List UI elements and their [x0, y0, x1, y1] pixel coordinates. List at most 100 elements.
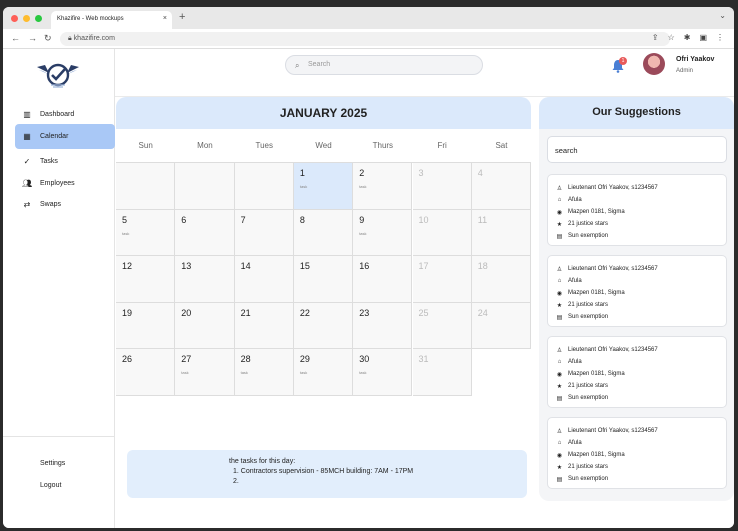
calendar-day-cell[interactable]: 13	[175, 256, 235, 303]
share-icon[interactable]: ⇪	[652, 33, 659, 42]
calendar-day-cell[interactable]: 2 task	[353, 163, 413, 210]
more-menu-icon[interactable]: ⋮	[716, 33, 724, 42]
weekday-label: Fri	[437, 141, 447, 150]
tab-title: Khazifire - Web mockups	[57, 16, 124, 22]
calendar-day-cell[interactable]: 18	[471, 256, 532, 303]
settings-link[interactable]: Settings	[40, 460, 65, 467]
notification-badge: 1	[619, 57, 627, 65]
home-icon: ⌂	[557, 440, 562, 446]
search-placeholder: Search	[308, 61, 331, 68]
suggestion-name: Lieutenant Ofri Yaakov, s1234567	[568, 266, 658, 272]
weekday-label: Tues	[255, 141, 273, 150]
calendar-day-cell[interactable]: 10	[412, 209, 472, 257]
calendar-day-cell[interactable]: 9 task	[353, 209, 413, 257]
weekday-label: Sun	[138, 141, 153, 150]
calendar-day-cell[interactable]: 15	[293, 256, 354, 303]
calendar-day-number: 16	[359, 261, 370, 272]
calendar-day-cell[interactable]: 4	[471, 163, 532, 210]
calendar-day-cell[interactable]: 22	[293, 302, 354, 350]
reload-icon[interactable]: ↻	[44, 33, 52, 44]
back-arrow-icon[interactable]: ←	[11, 33, 20, 43]
calendar-day-number: 21	[240, 307, 251, 318]
calendar-day-cell[interactable]: 19	[116, 302, 176, 350]
weekday-label: Sat	[495, 141, 508, 150]
calendar-day-number: 11	[477, 214, 488, 225]
calendar-day-cell[interactable]: 21	[234, 302, 294, 350]
forward-arrow-icon[interactable]: →	[28, 33, 37, 43]
calendar-day-number: 24	[477, 307, 488, 318]
suggestion-name-row: ♙ Lieutenant Ofri Yaakov, s1234567	[555, 263, 719, 275]
suggestion-card[interactable]: ♙ Lieutenant Ofri Yaakov, s1234567 ⌂ Afula ◉…	[547, 417, 727, 489]
calendar-day-cell[interactable]: 7	[234, 209, 294, 257]
calendar-day-cell[interactable]: 23	[353, 302, 413, 350]
suggestion-unit: Mazpen 0181, Sigma	[568, 371, 625, 377]
new-tab-button[interactable]: +	[179, 11, 185, 23]
calendar-day-cell[interactable]: 3	[412, 163, 472, 210]
suggestion-city-row: ⌂ Afula	[555, 194, 719, 206]
sidebar-item-label: Swaps	[40, 201, 62, 208]
suggestion-unit-row: ◉ Mazpen 0181, Sigma	[555, 368, 719, 380]
calendar-day-cell[interactable]: 14	[234, 256, 294, 303]
calendar-day-cell[interactable]: 12	[116, 256, 176, 303]
calendar-day-cell[interactable]: 16	[353, 256, 413, 303]
calendar-day-cell[interactable]: 17	[412, 256, 472, 303]
exemption-icon: ▤	[556, 395, 563, 402]
maximize-window-button[interactable]	[35, 15, 42, 22]
calendar-day-cell[interactable]: 30 task	[353, 349, 413, 396]
logout-link[interactable]: Logout	[40, 482, 61, 489]
calendar-day-cell[interactable]: 31	[412, 349, 472, 396]
search-icon: ⌕	[295, 61, 300, 70]
calendar-day-cell[interactable]: 28 task	[234, 349, 294, 396]
unit-badge-icon: ◉	[556, 371, 563, 378]
tab-close-icon[interactable]: ×	[163, 15, 167, 22]
calendar-day-cell[interactable]: 24	[471, 302, 532, 350]
calendar-day-cell[interactable]: 20	[175, 302, 235, 350]
suggestion-card[interactable]: ♙ Lieutenant Ofri Yaakov, s1234567 ⌂ Afula ◉…	[547, 174, 727, 246]
tab-list-chevron-icon[interactable]: ⌄	[719, 11, 726, 20]
close-window-button[interactable]	[11, 15, 18, 22]
sidebar-item-swaps[interactable]: ⇄ Swaps	[15, 192, 115, 217]
browser-tab[interactable]: Khazifire - Web mockups ×	[51, 11, 172, 29]
minimize-window-button[interactable]	[23, 15, 30, 22]
calendar-day-number: 10	[418, 214, 429, 225]
exemption-icon: ▤	[556, 233, 563, 240]
calendar-day-cell[interactable]: 27 task	[175, 349, 235, 396]
calendar-day-cell[interactable]: 25	[412, 302, 472, 350]
suggestion-name-row: ♙ Lieutenant Ofri Yaakov, s1234567	[555, 344, 719, 356]
suggestion-name: Lieutenant Ofri Yaakov, s1234567	[568, 347, 658, 353]
user-name: Ofri Yaakov	[676, 56, 715, 63]
suggestion-exemption: Sun exemption	[568, 314, 609, 320]
extensions-icon[interactable]: ✱	[684, 33, 691, 42]
calendar-day-cell[interactable]: 11	[471, 209, 532, 257]
suggestion-exemption-row: ▤ Sun exemption	[555, 473, 719, 485]
calendar-day-number: 7	[240, 214, 246, 225]
avatar[interactable]	[643, 53, 665, 75]
sidebar-item-calendar[interactable]: ▦ Calendar	[15, 124, 115, 149]
calendar-day-number: 3	[418, 168, 424, 178]
calendar-day-number: 6	[181, 214, 187, 225]
calendar-day-number: 29	[299, 354, 310, 365]
calendar-day-cell[interactable]: 6	[175, 209, 235, 257]
suggestion-unit-row: ◉ Mazpen 0181, Sigma	[555, 449, 719, 461]
calendar-day-cell[interactable]: 29 task	[293, 349, 354, 396]
suggestion-stars-row: ★ 21 justice stars	[555, 461, 719, 473]
suggestions-search-input[interactable]: search	[547, 136, 727, 163]
sidebar-toggle-icon[interactable]: ▣	[699, 33, 707, 42]
suggestion-exemption-row: ▤ Sun exemption	[555, 392, 719, 404]
calendar-day-cell[interactable]: 5 task	[116, 209, 176, 257]
suggestion-card[interactable]: ♙ Lieutenant Ofri Yaakov, s1234567 ⌂ Afula ◉…	[547, 336, 727, 408]
exemption-icon: ▤	[556, 314, 563, 321]
bookmark-star-icon[interactable]: ☆	[668, 33, 675, 42]
calendar-day-cell[interactable]: 8	[293, 209, 354, 257]
suggestion-card[interactable]: ♙ Lieutenant Ofri Yaakov, s1234567 ⌂ Afula ◉…	[547, 255, 727, 327]
calendar-day-cell[interactable]: 1 task	[293, 163, 354, 210]
calendar-task-label: task	[299, 184, 308, 189]
url-field[interactable]: 🔒︎ khazifire.com	[60, 32, 670, 46]
calendar-day-number: 9	[359, 214, 365, 225]
calendar-day-cell[interactable]: 26	[116, 349, 176, 396]
calendar-task-label: task	[181, 370, 189, 376]
calendar-day-number: 25	[418, 307, 429, 318]
search-input[interactable]: ⌕ Search	[285, 55, 483, 75]
address-bar-row: ← → ↻ 🔒︎ khazifire.com ⇪ ☆ ✱ ▣ ⋮	[3, 29, 734, 49]
weekday-label: Mon	[197, 141, 213, 150]
